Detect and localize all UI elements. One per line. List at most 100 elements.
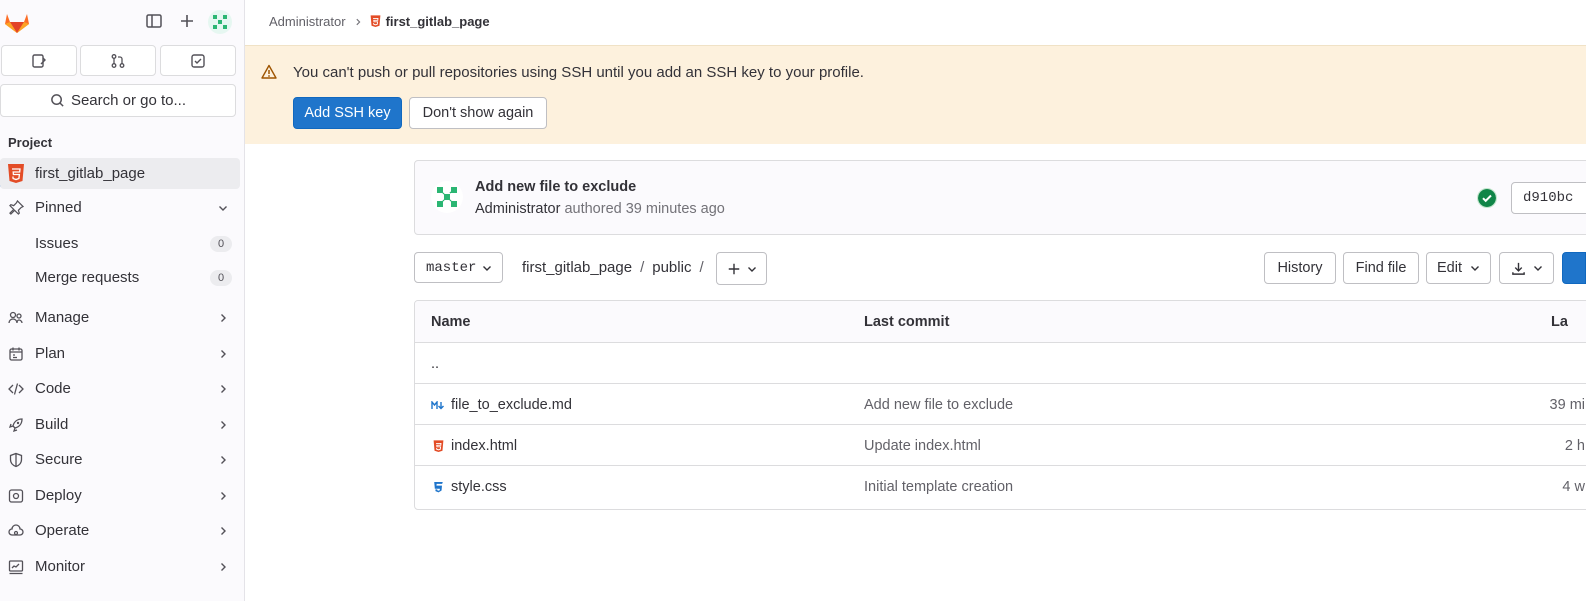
gitlab-logo-icon[interactable] — [4, 10, 30, 34]
table-row-parent[interactable]: .. — [415, 343, 1586, 384]
sidebar-item-plan[interactable]: Plan — [0, 338, 240, 369]
file-name[interactable]: style.css — [451, 479, 507, 495]
path-separator: / — [699, 259, 704, 276]
file-name[interactable]: index.html — [451, 438, 517, 454]
sidebar-item-monitor[interactable]: Monitor — [0, 551, 240, 582]
sidebar-item-secure[interactable]: Secure — [0, 444, 240, 475]
branch-name: master — [426, 259, 477, 276]
plus-icon[interactable] — [178, 12, 196, 30]
dont-show-again-button[interactable]: Don't show again — [409, 97, 547, 129]
file-tree-table: Name Last commit La .. file_to_exclude.m… — [414, 300, 1586, 510]
issues-count-badge: 0 — [210, 235, 232, 252]
code-icon — [8, 381, 24, 397]
todo-list-button[interactable] — [160, 45, 236, 76]
commit-time: authored 39 minutes ago — [564, 201, 725, 217]
merge-requests-button[interactable] — [80, 45, 156, 76]
breadcrumb-root[interactable]: Administrator — [269, 14, 346, 29]
chevron-down-icon — [1533, 266, 1542, 271]
sidebar-shortcuts — [0, 45, 245, 77]
user-avatar[interactable] — [208, 10, 232, 34]
file-last-update: 2 h — [1564, 438, 1585, 454]
path-segment[interactable]: public — [652, 259, 691, 276]
sidebar-item-pinned[interactable]: Pinned — [0, 192, 240, 223]
author-avatar[interactable] — [431, 181, 463, 213]
sidebar-item-manage[interactable]: Manage — [0, 302, 240, 333]
download-dropdown[interactable] — [1499, 252, 1554, 284]
search-button[interactable]: Search or go to... — [0, 84, 236, 117]
issues-icon — [32, 53, 46, 68]
sidebar-item-label: Issues — [35, 235, 79, 252]
repository-path: first_gitlab_page / public / — [522, 259, 704, 276]
sidebar-item-build[interactable]: Build — [0, 409, 240, 440]
chevron-right-icon — [221, 384, 226, 393]
chevron-right-icon — [221, 455, 226, 464]
commit-author[interactable]: Administrator — [475, 201, 560, 217]
html5-icon — [370, 15, 380, 27]
chevron-right-icon — [221, 313, 226, 322]
file-last-commit[interactable]: Initial template creation — [864, 479, 1013, 495]
column-header-name: Name — [431, 314, 471, 330]
sidebar-header — [0, 0, 244, 44]
code-button[interactable] — [1562, 252, 1586, 284]
path-segment[interactable]: first_gitlab_page — [522, 259, 632, 276]
edit-dropdown[interactable]: Edit — [1426, 252, 1491, 284]
monitor-icon — [8, 559, 24, 575]
sidebar-toggle-icon[interactable] — [145, 12, 163, 30]
file-name[interactable]: file_to_exclude.md — [451, 397, 572, 413]
add-to-tree-dropdown[interactable] — [716, 252, 767, 285]
sidebar: Search or go to... Project first_gitlab_… — [0, 0, 245, 601]
file-last-update: 39 mi — [1549, 397, 1585, 413]
sidebar-item-issues[interactable]: Issues 0 — [0, 228, 240, 259]
merge-request-icon — [111, 53, 125, 68]
sidebar-item-label: Pinned — [35, 199, 82, 216]
sidebar-item-label: Operate — [35, 522, 90, 539]
history-button[interactable]: History — [1264, 252, 1336, 284]
sidebar-item-merge-requests[interactable]: Merge requests 0 — [0, 262, 240, 293]
last-commit-card: Add new file to exclude Administrator au… — [414, 160, 1586, 235]
chevron-right-icon — [355, 18, 360, 25]
sidebar-item-code[interactable]: Code — [0, 373, 240, 404]
merge-requests-count-badge: 0 — [210, 269, 232, 286]
chevron-right-icon — [221, 526, 226, 535]
todo-icon — [191, 53, 205, 68]
sidebar-item-label: first_gitlab_page — [35, 165, 146, 182]
pipeline-passed-icon[interactable] — [1477, 188, 1497, 208]
file-last-commit[interactable]: Add new file to exclude — [864, 397, 1013, 413]
sidebar-item-label: Monitor — [35, 558, 86, 575]
commit-meta: Administrator authored 39 minutes ago — [475, 201, 725, 217]
table-header: Name Last commit La — [415, 301, 1586, 343]
shield-icon — [8, 452, 24, 468]
commit-title[interactable]: Add new file to exclude — [475, 179, 636, 195]
plus-icon — [728, 263, 739, 274]
main-content: Administrator first_gitlab_page You can'… — [245, 0, 1586, 601]
assigned-issues-button[interactable] — [1, 45, 77, 76]
sidebar-item-operate[interactable]: Operate — [0, 515, 240, 546]
thumbtack-icon — [8, 200, 24, 216]
table-row[interactable]: file_to_exclude.md Add new file to exclu… — [415, 384, 1586, 425]
chevron-down-icon — [219, 205, 227, 211]
breadcrumb-current[interactable]: first_gitlab_page — [370, 14, 490, 29]
file-last-commit[interactable]: Update index.html — [864, 438, 981, 454]
sidebar-item-label: Secure — [35, 451, 83, 468]
sidebar-item-project[interactable]: first_gitlab_page — [0, 158, 240, 189]
parent-directory-link[interactable]: .. — [431, 356, 439, 372]
html5-icon — [6, 163, 26, 184]
branch-selector[interactable]: master — [414, 252, 503, 283]
section-title: Project — [8, 135, 53, 150]
users-icon — [8, 310, 24, 326]
table-row[interactable]: index.html Update index.html 2 h — [415, 425, 1586, 466]
column-header-last-commit: Last commit — [864, 314, 950, 330]
breadcrumb: Administrator first_gitlab_page — [269, 14, 490, 29]
rocket-icon — [8, 417, 24, 433]
find-file-button[interactable]: Find file — [1343, 252, 1419, 284]
table-row[interactable]: style.css Initial template creation 4 w — [415, 466, 1586, 507]
sidebar-item-label: Manage — [35, 309, 90, 326]
deployments-icon — [8, 488, 24, 504]
sidebar-item-deploy[interactable]: Deploy — [0, 480, 240, 511]
sidebar-item-label: Plan — [35, 345, 66, 362]
add-ssh-key-button[interactable]: Add SSH key — [293, 97, 402, 129]
commit-sha-button[interactable]: d910bc — [1511, 182, 1586, 214]
file-name-cell: file_to_exclude.md — [431, 397, 572, 413]
css-icon — [431, 480, 445, 494]
sidebar-item-label: Deploy — [35, 487, 82, 504]
